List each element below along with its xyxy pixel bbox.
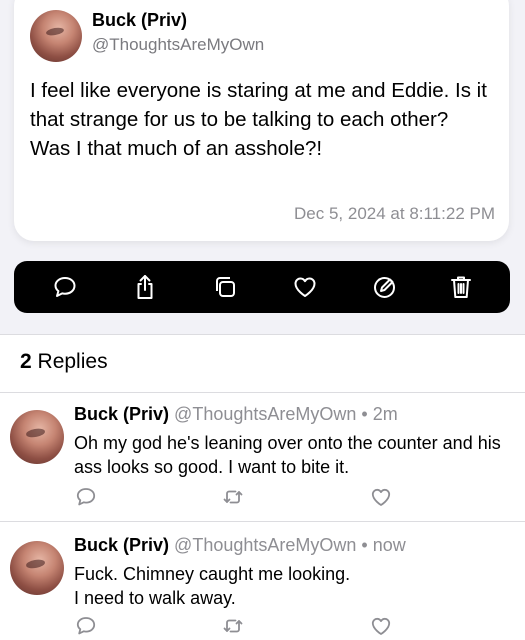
repost-icon[interactable] bbox=[222, 486, 244, 508]
copy-icon bbox=[216, 277, 235, 297]
reply-actions bbox=[0, 615, 525, 639]
reply-text: Fuck. Chimney caught me looking. I need … bbox=[74, 564, 351, 608]
reply-header: Buck (Priv) @ThoughtsAreMyOwn • now bbox=[74, 535, 406, 556]
replies-label: Replies bbox=[37, 350, 108, 373]
avatar[interactable] bbox=[30, 10, 82, 62]
heart-icon[interactable] bbox=[370, 615, 392, 637]
edit-icon bbox=[374, 277, 395, 298]
avatar[interactable] bbox=[10, 410, 64, 464]
post-timestamp: Dec 5, 2024 at 8:11:22 PM bbox=[294, 204, 495, 223]
edit-button[interactable] bbox=[371, 273, 399, 301]
divider bbox=[0, 334, 525, 335]
divider bbox=[0, 392, 525, 393]
reply-author-handle: @ThoughtsAreMyOwn bbox=[174, 404, 357, 424]
divider bbox=[0, 521, 525, 522]
post-action-bar bbox=[14, 261, 510, 313]
post-card: Buck (Priv) @ThoughtsAreMyOwn I feel lik… bbox=[14, 0, 509, 241]
reply-header: Buck (Priv) @ThoughtsAreMyOwn • 2m bbox=[74, 404, 398, 425]
comment-icon bbox=[54, 277, 76, 297]
reply-separator: • bbox=[361, 404, 368, 424]
share-icon bbox=[137, 275, 153, 299]
heart-icon[interactable] bbox=[370, 486, 392, 508]
replies-count: 2 bbox=[20, 350, 32, 373]
reply-author-name: Buck (Priv) bbox=[74, 535, 170, 555]
reply-button[interactable] bbox=[51, 273, 79, 301]
heart-icon bbox=[294, 277, 316, 297]
post-author-name: Buck (Priv) bbox=[92, 10, 188, 30]
reply-text: Oh my god he's leaning over onto the cou… bbox=[74, 433, 501, 477]
replies-header: 2 Replies bbox=[20, 350, 108, 374]
share-button[interactable] bbox=[131, 273, 159, 301]
trash-icon bbox=[451, 276, 471, 298]
avatar[interactable] bbox=[10, 541, 64, 595]
like-button[interactable] bbox=[291, 273, 319, 301]
reply-author-name: Buck (Priv) bbox=[74, 404, 170, 424]
comment-icon[interactable] bbox=[75, 615, 97, 637]
comment-icon[interactable] bbox=[75, 486, 97, 508]
reply-time: now bbox=[372, 535, 406, 555]
reply-actions bbox=[0, 486, 525, 510]
reply-author-handle: @ThoughtsAreMyOwn bbox=[174, 535, 357, 555]
delete-button[interactable] bbox=[447, 273, 475, 301]
repost-icon[interactable] bbox=[222, 615, 244, 637]
reply-separator: • bbox=[361, 535, 368, 555]
reply-time: 2m bbox=[372, 404, 398, 424]
copy-button[interactable] bbox=[211, 273, 239, 301]
post-text: I feel like everyone is staring at me an… bbox=[30, 79, 487, 160]
post-author-handle: @ThoughtsAreMyOwn bbox=[92, 35, 265, 54]
